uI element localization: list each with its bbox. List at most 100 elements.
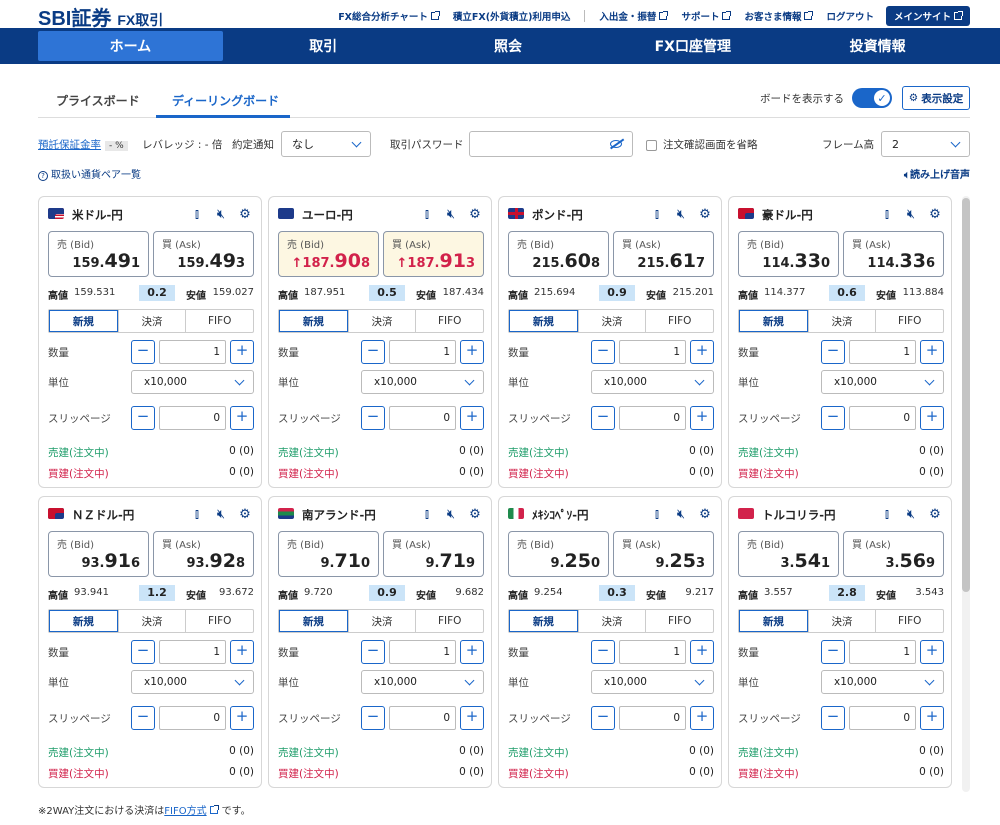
segment-settle[interactable]: 決済 — [117, 310, 186, 332]
read-aloud-button[interactable]: 🔈︎読み上げ音声 — [904, 166, 970, 181]
segment-fifo[interactable]: FIFO — [645, 610, 713, 632]
segment-new[interactable]: 新規 — [49, 310, 118, 332]
plus-icon[interactable]: + — [230, 640, 254, 664]
candlestick-chart-icon[interactable]: ⫾ — [418, 205, 436, 223]
slippage-input[interactable]: 0 — [389, 706, 456, 730]
segment-fifo[interactable]: FIFO — [645, 310, 713, 332]
quantity-input[interactable]: 1 — [159, 340, 226, 364]
contract-notice-select[interactable]: なし — [281, 131, 371, 157]
ask-price-button[interactable]: 買 (Ask) 93.928 — [153, 531, 254, 577]
gear-icon[interactable]: ⚙ — [696, 205, 714, 223]
nav-home[interactable]: ホーム — [38, 31, 223, 61]
checkbox[interactable] — [646, 139, 657, 151]
bid-price-button[interactable]: 売 (Bid) 3.541 — [738, 531, 839, 577]
minus-icon[interactable]: − — [361, 640, 385, 664]
minus-icon[interactable]: − — [591, 340, 615, 364]
bid-price-button[interactable]: 売 (Bid) 9.710 — [278, 531, 379, 577]
skip-confirm-checkbox[interactable]: 注文確認画面を省略 — [646, 137, 758, 152]
segment-fifo[interactable]: FIFO — [415, 610, 483, 632]
frame-height-select[interactable]: 2 — [881, 131, 970, 157]
candlestick-chart-icon[interactable]: ⫾ — [648, 505, 666, 523]
mute-icon[interactable]: 🔇︎ — [442, 205, 460, 223]
segment-fifo[interactable]: FIFO — [415, 310, 483, 332]
slippage-input[interactable]: 0 — [159, 406, 226, 430]
candlestick-chart-icon[interactable]: ⫾ — [188, 505, 206, 523]
fifo-link[interactable]: FIFO方式 — [164, 806, 206, 817]
link-logout[interactable]: ログアウト — [826, 9, 874, 23]
gear-icon[interactable]: ⚙ — [466, 205, 484, 223]
nav-account[interactable]: FX口座管理 — [600, 28, 785, 64]
unit-select[interactable]: x10,000 — [821, 670, 944, 694]
quantity-input[interactable]: 1 — [389, 640, 456, 664]
gear-icon[interactable]: ⚙ — [236, 505, 254, 523]
nav-inquiry[interactable]: 照会 — [416, 28, 601, 64]
unit-select[interactable]: x10,000 — [361, 670, 484, 694]
bid-price-button[interactable]: 売 (Bid) 9.250 — [508, 531, 609, 577]
gear-icon[interactable]: ⚙ — [236, 205, 254, 223]
segment-settle[interactable]: 決済 — [807, 310, 876, 332]
segment-settle[interactable]: 決済 — [117, 610, 186, 632]
gear-icon[interactable]: ⚙ — [926, 505, 944, 523]
link-deposit[interactable]: 入出金・振替 — [599, 9, 669, 23]
minus-icon[interactable]: − — [131, 406, 155, 430]
quantity-input[interactable]: 1 — [619, 340, 686, 364]
eye-slash-icon[interactable] — [610, 140, 622, 148]
tab-dealing-board[interactable]: ディーリングボード — [172, 92, 279, 109]
tab-price-board[interactable]: プライスボード — [56, 92, 140, 109]
mute-icon[interactable]: 🔇︎ — [212, 505, 230, 523]
plus-icon[interactable]: + — [230, 406, 254, 430]
minus-icon[interactable]: − — [591, 406, 615, 430]
slippage-input[interactable]: 0 — [159, 706, 226, 730]
candlestick-chart-icon[interactable]: ⫾ — [878, 505, 896, 523]
minus-icon[interactable]: − — [821, 640, 845, 664]
bid-price-button[interactable]: 売 (Bid) 114.330 — [738, 231, 839, 277]
plus-icon[interactable]: + — [690, 640, 714, 664]
bid-price-button[interactable]: 売 (Bid) ↑187.908 — [278, 231, 379, 277]
candlestick-chart-icon[interactable]: ⫾ — [648, 205, 666, 223]
unit-select[interactable]: x10,000 — [131, 370, 254, 394]
minus-icon[interactable]: − — [361, 340, 385, 364]
segment-new[interactable]: 新規 — [739, 610, 808, 632]
mute-icon[interactable]: 🔇︎ — [672, 205, 690, 223]
plus-icon[interactable]: + — [230, 706, 254, 730]
mute-icon[interactable]: 🔇︎ — [212, 205, 230, 223]
scrollbar-thumb[interactable] — [962, 198, 970, 592]
unit-select[interactable]: x10,000 — [131, 670, 254, 694]
gear-icon[interactable]: ⚙ — [696, 505, 714, 523]
bid-price-button[interactable]: 売 (Bid) 93.916 — [48, 531, 149, 577]
segment-settle[interactable]: 決済 — [347, 310, 416, 332]
segment-settle[interactable]: 決済 — [577, 610, 646, 632]
segment-new[interactable]: 新規 — [49, 610, 118, 632]
quantity-input[interactable]: 1 — [619, 640, 686, 664]
plus-icon[interactable]: + — [690, 340, 714, 364]
plus-icon[interactable]: + — [920, 406, 944, 430]
slippage-input[interactable]: 0 — [389, 406, 456, 430]
plus-icon[interactable]: + — [460, 340, 484, 364]
unit-select[interactable]: x10,000 — [821, 370, 944, 394]
slippage-input[interactable]: 0 — [619, 406, 686, 430]
minus-icon[interactable]: − — [821, 340, 845, 364]
minus-icon[interactable]: − — [821, 706, 845, 730]
segment-new[interactable]: 新規 — [739, 310, 808, 332]
plus-icon[interactable]: + — [920, 640, 944, 664]
segment-new[interactable]: 新規 — [509, 310, 578, 332]
ask-price-button[interactable]: 買 (Ask) ↑187.913 — [383, 231, 484, 277]
board-toggle-switch[interactable]: ✓ — [852, 88, 892, 108]
segment-fifo[interactable]: FIFO — [185, 610, 253, 632]
minus-icon[interactable]: − — [591, 706, 615, 730]
plus-icon[interactable]: + — [920, 340, 944, 364]
minus-icon[interactable]: − — [361, 406, 385, 430]
gear-icon[interactable]: ⚙ — [466, 505, 484, 523]
plus-icon[interactable]: + — [460, 706, 484, 730]
segment-new[interactable]: 新規 — [279, 310, 348, 332]
segment-fifo[interactable]: FIFO — [875, 310, 943, 332]
quantity-input[interactable]: 1 — [849, 340, 916, 364]
link-tsumitate[interactable]: 積立FX(外貨積立)利用申込 — [453, 9, 571, 23]
slippage-input[interactable]: 0 — [849, 706, 916, 730]
link-fx-chart[interactable]: FX総合分析チャート — [338, 9, 440, 23]
plus-icon[interactable]: + — [690, 706, 714, 730]
segment-new[interactable]: 新規 — [509, 610, 578, 632]
link-support[interactable]: サポート — [681, 9, 732, 23]
slippage-input[interactable]: 0 — [849, 406, 916, 430]
segment-fifo[interactable]: FIFO — [185, 310, 253, 332]
